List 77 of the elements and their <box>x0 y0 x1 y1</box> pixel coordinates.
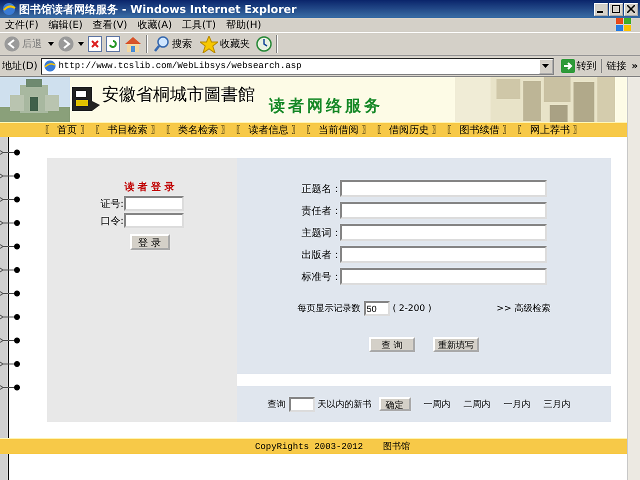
field-label: 责任者： <box>302 204 340 218</box>
close-icon <box>627 5 635 13</box>
field-label: 证号: <box>100 198 124 210</box>
maximize-icon <box>612 5 620 13</box>
search-icon <box>154 36 170 52</box>
field-label: 口令: <box>100 214 124 228</box>
browser-icon <box>2 2 16 16</box>
dropdown-arrow-icon[interactable] <box>78 42 84 46</box>
nav-link[interactable]: 〖 借阅历史 〗 <box>376 123 442 137</box>
home-icon[interactable] <box>124 36 142 52</box>
menu-item[interactable]: 帮助(H) <box>222 18 268 32</box>
period-link[interactable]: 二周内 <box>464 398 490 410</box>
period-link[interactable]: 一周内 <box>424 398 450 410</box>
more-button[interactable]: » <box>632 60 638 72</box>
period-link[interactable]: 三月内 <box>544 398 570 410</box>
links-button[interactable]: 链接 <box>604 59 629 73</box>
close-button[interactable] <box>624 2 638 16</box>
input-field[interactable] <box>340 202 546 219</box>
menu-item[interactable]: 查看(V) <box>90 18 134 32</box>
arrow-icon <box>560 59 575 73</box>
nav-link[interactable]: 〖 首页 〗 <box>44 123 90 137</box>
copyright-text: CopyRights 2003-2012 <box>255 442 364 452</box>
nav-link[interactable]: 〖 类名检索 〗 <box>164 123 232 137</box>
new-books-prefix: 查询 <box>268 398 286 410</box>
page-size-field[interactable]: 50 <box>364 301 390 316</box>
field-label: 标准号： <box>302 270 340 284</box>
refresh-icon[interactable] <box>106 36 120 52</box>
address-field[interactable]: http://www.tcslib.com/WebLibsys/websearch.asp <box>40 58 554 74</box>
login-button[interactable]: 登 录 <box>130 234 170 250</box>
favorites-button[interactable]: 收藏夹 <box>198 36 252 52</box>
dropdown-arrow-icon[interactable] <box>48 42 54 46</box>
nav-link[interactable]: 〖 读者信息 〗 <box>235 123 302 137</box>
page-icon <box>44 60 56 72</box>
confirm-button[interactable]: 确定 <box>378 397 410 411</box>
advanced-search-link[interactable]: >> 高级检索 <box>496 302 550 315</box>
scrollbar[interactable] <box>627 77 640 480</box>
maximize-button[interactable] <box>609 2 623 16</box>
field-label: 出版者： <box>302 248 340 262</box>
nav-link[interactable]: 〖 网上荐书 〗 <box>516 123 583 137</box>
range-hint: ( 2-200 ) <box>392 304 432 314</box>
input-field[interactable] <box>340 180 546 197</box>
input-field[interactable] <box>124 213 184 228</box>
days-field[interactable] <box>288 396 314 412</box>
input-field[interactable] <box>124 196 184 211</box>
field-label: 正题名： <box>302 182 340 196</box>
nav-link[interactable]: 〖 当前借阅 〗 <box>306 123 372 137</box>
menu-item[interactable]: 文件(F) <box>2 18 46 32</box>
library-name: 安徽省桐城市圖書館 <box>102 84 255 106</box>
stop-icon[interactable] <box>88 36 102 52</box>
input-field[interactable] <box>340 224 546 241</box>
minimize-button[interactable] <box>594 2 608 16</box>
nav-link[interactable]: 〖 图书续借 〗 <box>446 123 513 137</box>
input-field[interactable] <box>340 246 546 263</box>
dropdown-button[interactable] <box>538 58 553 74</box>
field-label: 主题词： <box>302 226 340 240</box>
windows-logo-icon <box>616 18 632 32</box>
menu-item[interactable]: 工具(T) <box>179 18 223 32</box>
dropdown-arrow-icon <box>542 64 550 68</box>
history-icon[interactable] <box>256 36 272 52</box>
service-title: 读者网络服务 <box>269 96 383 117</box>
search-button[interactable]: 搜索 <box>152 36 194 52</box>
star-icon <box>200 36 218 52</box>
login-title: 读 者 登 录 <box>124 180 175 194</box>
back-icon <box>4 36 20 52</box>
form-button[interactable]: 查 询 <box>369 337 415 352</box>
menu-item[interactable]: 收藏(A) <box>134 18 179 32</box>
page-size-label: 每页显示记录数 <box>298 302 361 315</box>
menu-item[interactable]: 编辑(E) <box>46 18 90 32</box>
new-books-suffix: 天以内的新书 <box>318 398 372 410</box>
footer-owner: 图书馆 <box>383 440 410 453</box>
go-button[interactable]: 转到 <box>556 59 602 73</box>
input-field[interactable] <box>340 268 546 285</box>
nav-link[interactable]: 〖 书目检索 〗 <box>94 123 161 137</box>
period-link[interactable]: 一月内 <box>504 398 530 410</box>
form-button[interactable]: 重新填写 <box>433 337 479 352</box>
window-title: 图书馆读者网络服务 - Windows Internet Explorer <box>19 2 298 16</box>
address-label: 地址(D) <box>2 60 38 73</box>
